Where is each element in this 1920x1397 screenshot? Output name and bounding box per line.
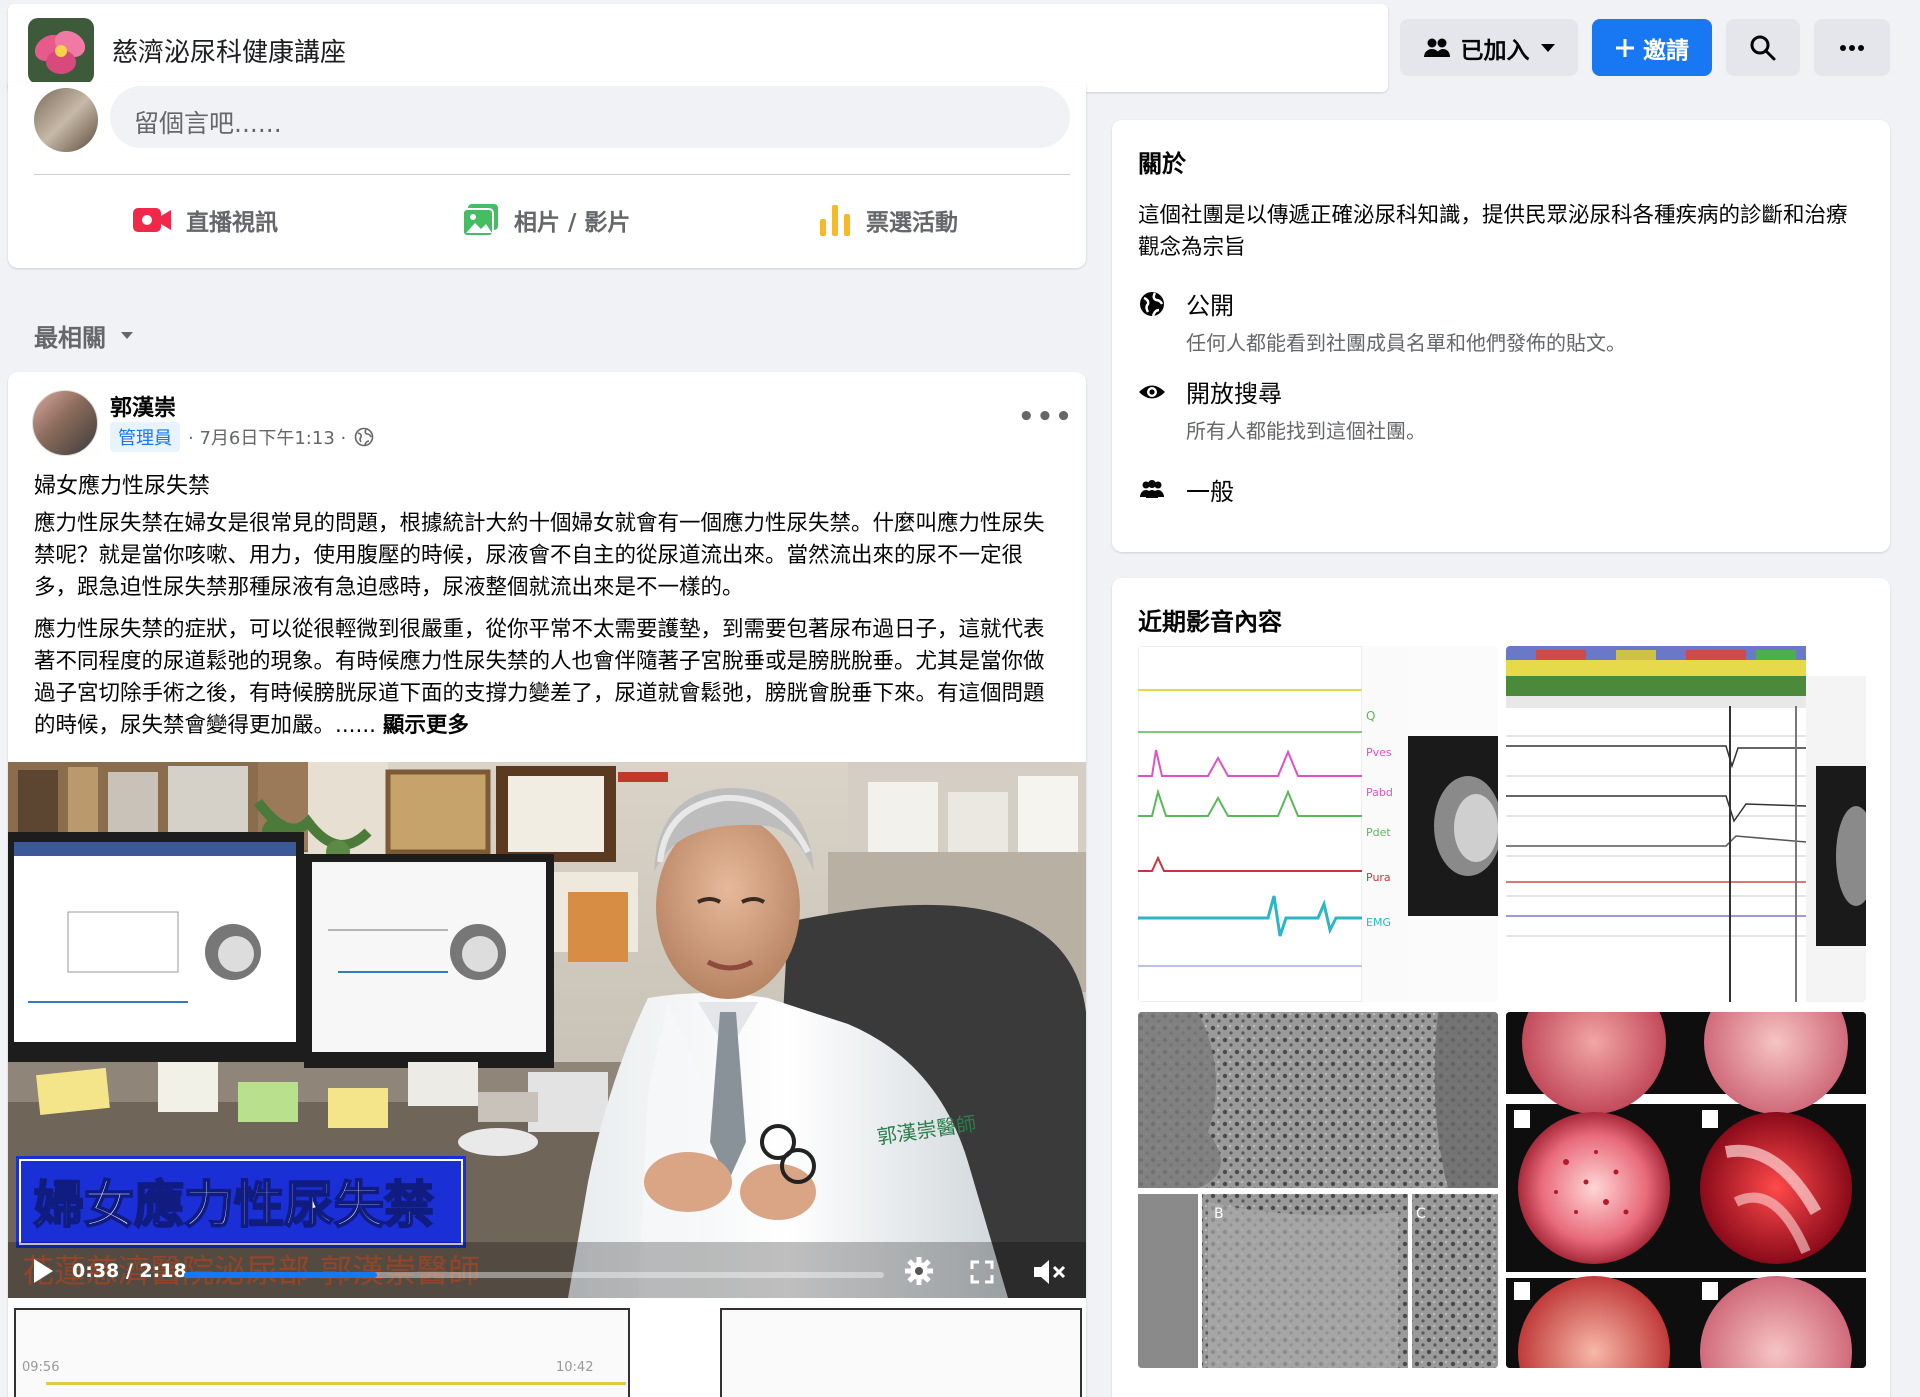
- video-time: 0:38 / 2:18: [72, 1260, 187, 1282]
- post-title: 婦女應力性尿失禁: [34, 474, 211, 499]
- preview-tick-start: 09:56: [22, 1360, 60, 1375]
- photo-video-label: 相片 / 影片: [514, 210, 631, 236]
- joined-label: 已加入: [1460, 37, 1530, 64]
- volume-muted-icon[interactable]: [1032, 1258, 1066, 1286]
- media-thumbnail[interactable]: Q Pves Pabd Pdet Pura EMG: [1138, 646, 1498, 1002]
- globe-icon: [1140, 292, 1164, 317]
- group-type-title: 一般: [1186, 478, 1234, 506]
- fullscreen-icon[interactable]: [970, 1260, 994, 1284]
- more-options-button[interactable]: [1814, 19, 1890, 76]
- poll-icon: [820, 205, 850, 236]
- group-header-card: 慈濟泌尿科健康講座: [8, 4, 1388, 92]
- svg-text:Pves: Pves: [1366, 746, 1392, 759]
- composer-input[interactable]: 留個言吧......: [110, 86, 1070, 148]
- recent-media-title: 近期影音內容: [1138, 608, 1282, 636]
- group-avatar[interactable]: [28, 18, 94, 84]
- preview-tick-end: 10:42: [556, 1360, 594, 1375]
- video-caption-title: 婦女應力性尿失禁: [34, 1176, 434, 1234]
- live-video-icon: [133, 208, 171, 232]
- settings-gear-icon[interactable]: [904, 1256, 934, 1286]
- live-video-button[interactable]: 直播視訊: [132, 194, 278, 246]
- more-icon: [1840, 44, 1864, 51]
- post-options-button[interactable]: •••: [1018, 402, 1074, 432]
- video-controls: 0:38 / 2:18: [8, 1252, 1086, 1298]
- members-icon: [1423, 38, 1450, 57]
- caret-down-icon: [1540, 43, 1555, 52]
- privacy-subtitle: 任何人都能看到社團成員名單和他們發佈的貼文。: [1186, 331, 1626, 355]
- plus-icon: [1616, 38, 1634, 57]
- search-button[interactable]: [1726, 19, 1800, 76]
- invite-label: 邀請: [1643, 37, 1689, 64]
- media-thumbnail[interactable]: B C: [1138, 1012, 1498, 1368]
- post-paragraph-2-text: 應力性尿失禁的症狀，可以從很輕微到很嚴重，從你平常不太需要護墊，到需要包著尿布過…: [34, 617, 1045, 738]
- author-avatar[interactable]: [32, 390, 98, 456]
- play-icon[interactable]: [32, 1258, 54, 1284]
- eye-icon: [1139, 385, 1165, 399]
- visibility-row: 開放搜尋 所有人都能找到這個社團。: [1138, 374, 1426, 444]
- video-frame: 郭漢崇醫師 婦女應力性尿失禁 花蓮慈濟醫院泌尿部 郭漢崇醫師: [8, 762, 1086, 1298]
- photo-video-button[interactable]: 相片 / 影片: [462, 194, 630, 246]
- svg-text:Pura: Pura: [1366, 871, 1391, 884]
- admin-badge[interactable]: 管理員: [110, 422, 180, 452]
- media-thumbnail[interactable]: [1506, 1012, 1866, 1368]
- post-timestamp[interactable]: · 7月6日下午1:13 ·: [188, 424, 346, 450]
- my-avatar[interactable]: [34, 88, 98, 152]
- about-card: 關於 這個社團是以傳遞正確泌尿科知識，提供民眾泌尿科各種疾病的診斷和治療觀念為宗…: [1112, 120, 1890, 552]
- group-type-row: 一般: [1138, 472, 1234, 507]
- svg-text:B: B: [1214, 1206, 1224, 1222]
- sort-label: 最相關: [34, 324, 106, 352]
- poll-label: 票選活動: [866, 210, 958, 236]
- recent-media-card: 近期影音內容 Q Pves Pabd Pdet Pura EMG B C: [1112, 578, 1890, 1397]
- feed-sort-dropdown[interactable]: 最相關: [34, 318, 134, 353]
- post-meta: 管理員 · 7月6日下午1:13 ·: [110, 422, 374, 452]
- see-more-link[interactable]: 顯示更多: [383, 713, 469, 738]
- composer-divider: [34, 174, 1070, 175]
- live-video-label: 直播視訊: [186, 210, 278, 236]
- preview-chart-frame: 09:56 10:42: [14, 1308, 630, 1397]
- preview-frame-2: [720, 1308, 1082, 1397]
- next-media-preview[interactable]: 09:56 10:42: [8, 1302, 1086, 1397]
- caret-down-icon: [121, 332, 133, 339]
- svg-text:Pdet: Pdet: [1366, 826, 1391, 839]
- svg-text:Pabd: Pabd: [1366, 786, 1393, 799]
- joined-button[interactable]: 已加入: [1400, 19, 1578, 76]
- post-video[interactable]: 郭漢崇醫師 婦女應力性尿失禁 花蓮慈濟醫院泌尿部 郭漢崇醫師 0:38 / 2:…: [8, 762, 1086, 1298]
- privacy-row: 公開 任何人都能看到社團成員名單和他們發佈的貼文。: [1138, 286, 1626, 356]
- invite-button[interactable]: 邀請: [1592, 19, 1712, 76]
- photo-icon: [462, 204, 498, 237]
- svg-text:C: C: [1416, 1206, 1426, 1222]
- privacy-title: 公開: [1186, 292, 1234, 320]
- video-progress-bar[interactable]: [184, 1272, 884, 1278]
- post-paragraph-1: 應力性尿失禁在婦女是很常見的問題，根據統計大約十個婦女就會有一個應力性尿失禁。什…: [34, 511, 1045, 600]
- group-header-bar: 慈濟泌尿科健康講座 已加入 邀請: [0, 0, 1920, 94]
- composer-card: 留個言吧...... 直播視訊 相片 / 影片 票選活動: [8, 82, 1086, 268]
- svg-text:Q: Q: [1366, 709, 1375, 723]
- visibility-title: 開放搜尋: [1186, 380, 1282, 408]
- svg-text:EMG: EMG: [1366, 916, 1391, 929]
- video-progress-fill: [184, 1272, 377, 1278]
- members-icon: [1140, 480, 1164, 498]
- about-title: 關於: [1138, 150, 1186, 178]
- author-name[interactable]: 郭漢崇: [110, 390, 176, 422]
- group-name[interactable]: 慈濟泌尿科健康講座: [112, 32, 346, 69]
- visibility-subtitle: 所有人都能找到這個社團。: [1186, 419, 1426, 443]
- search-icon: [1750, 35, 1776, 60]
- post-paragraph-2: 應力性尿失禁的症狀，可以從很輕微到很嚴重，從你平常不太需要護墊，到需要包著尿布過…: [34, 614, 1064, 742]
- media-thumbnail[interactable]: [1506, 646, 1866, 1002]
- preview-trace: [46, 1382, 626, 1385]
- about-description: 這個社團是以傳遞正確泌尿科知識，提供民眾泌尿科各種疾病的診斷和治療觀念為宗旨: [1138, 203, 1848, 260]
- poll-button[interactable]: 票選活動: [818, 194, 958, 246]
- feed-post: 郭漢崇 管理員 · 7月6日下午1:13 · ••• 婦女應力性尿失禁 應力性尿…: [8, 372, 1086, 1397]
- globe-icon: [354, 427, 374, 447]
